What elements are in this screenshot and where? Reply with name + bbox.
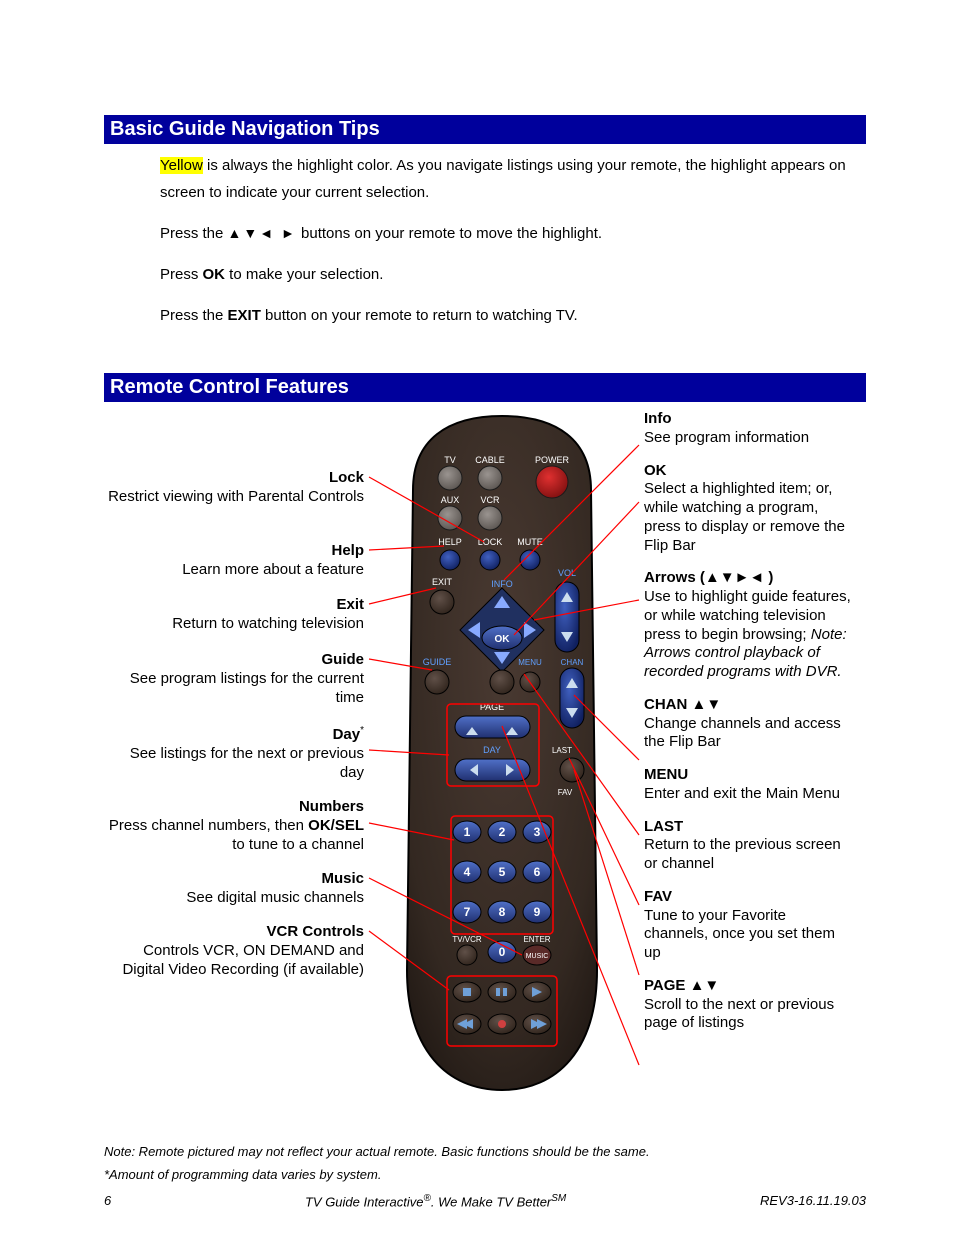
menu-label: MENU xyxy=(644,766,854,785)
day-sup: * xyxy=(360,725,364,736)
p2-post: buttons on your remote to move the highl… xyxy=(297,225,602,242)
svg-text:CABLE: CABLE xyxy=(475,455,505,465)
svg-text:POWER: POWER xyxy=(535,455,570,465)
remote-features: Lock Restrict viewing with Parental Cont… xyxy=(104,410,866,1130)
guide-desc: See program listings for the current tim… xyxy=(104,670,364,708)
svg-text:HELP: HELP xyxy=(438,537,462,547)
day-desc: See listings for the next or previous da… xyxy=(104,745,364,783)
remote-svg: TV CABLE POWER AUX VCR HELP LOCK MUTE EX… xyxy=(377,410,627,1100)
svg-text:5: 5 xyxy=(499,865,506,879)
help-label: Help xyxy=(104,542,364,561)
day-label: Day xyxy=(333,726,361,743)
info-desc: See program information xyxy=(644,429,854,448)
guide-label: Guide xyxy=(104,651,364,670)
menu-desc: Enter and exit the Main Menu xyxy=(644,785,854,804)
fav-desc: Tune to your Favorite channels, once you… xyxy=(644,907,854,963)
page-footer: 6 TV Guide Interactive®. We Make TV Bett… xyxy=(104,1193,866,1209)
footer-center: TV Guide Interactive®. We Make TV Better… xyxy=(305,1193,566,1209)
svg-text:1: 1 xyxy=(464,825,471,839)
music-desc: See digital music channels xyxy=(104,889,364,908)
numbers-desc-post: to tune to a channel xyxy=(232,836,364,853)
svg-text:CHAN: CHAN xyxy=(561,658,584,667)
svg-text:8: 8 xyxy=(499,905,506,919)
p4-bold: EXIT xyxy=(228,307,261,324)
p2-pre: Press the xyxy=(160,225,228,242)
footer-rev: REV3-16.11.19.03 xyxy=(760,1193,866,1209)
svg-text:LOCK: LOCK xyxy=(478,537,503,547)
svg-text:VOL: VOL xyxy=(558,568,576,578)
music-label: Music xyxy=(104,870,364,889)
svg-text:TV: TV xyxy=(444,455,456,465)
exit-label: Exit xyxy=(104,596,364,615)
help-desc: Learn more about a feature xyxy=(104,561,364,580)
svg-text:DAY: DAY xyxy=(483,745,501,755)
ok-desc: Select a highlighted item; or, while wat… xyxy=(644,480,854,555)
svg-text:AUX: AUX xyxy=(441,495,460,505)
svg-text:EXIT: EXIT xyxy=(432,577,453,587)
numbers-desc-pre: Press channel numbers, then xyxy=(109,817,308,834)
chan-desc: Change channels and access the Flip Bar xyxy=(644,715,854,753)
svg-text:TV/VCR: TV/VCR xyxy=(452,935,482,944)
svg-text:MUTE: MUTE xyxy=(517,537,543,547)
chan-label: CHAN ▲▼ xyxy=(644,696,854,715)
arrows-syms: (▲▼►◄ ) xyxy=(696,569,774,586)
page-label: PAGE ▲▼ xyxy=(644,977,854,996)
svg-text:GUIDE: GUIDE xyxy=(423,657,452,667)
ok-label: OK xyxy=(644,462,854,481)
lock-label: Lock xyxy=(104,469,364,488)
remote-image: TV CABLE POWER AUX VCR HELP LOCK MUTE EX… xyxy=(377,410,627,1100)
p4-post: button on your remote to return to watch… xyxy=(261,307,578,324)
right-callouts: Info See program information OK Select a… xyxy=(644,410,854,1047)
last-desc: Return to the previous screen or channel xyxy=(644,836,854,874)
lock-desc: Restrict viewing with Parental Controls xyxy=(104,488,364,507)
vcr-desc: Controls VCR, ON DEMAND and Digital Vide… xyxy=(104,942,364,980)
highlight-yellow: Yellow xyxy=(160,157,203,174)
svg-text:LAST: LAST xyxy=(552,746,572,755)
svg-text:3: 3 xyxy=(534,825,541,839)
numbers-label: Numbers xyxy=(104,798,364,817)
svg-text:VCR: VCR xyxy=(480,495,500,505)
exit-desc: Return to watching television xyxy=(104,615,364,634)
last-label: LAST xyxy=(644,818,854,837)
svg-text:7: 7 xyxy=(464,905,471,919)
vcr-label: VCR Controls xyxy=(104,923,364,942)
svg-text:2: 2 xyxy=(499,825,506,839)
basic-nav-body: Yellow is always the highlight color. As… xyxy=(160,152,856,329)
p3-pre: Press xyxy=(160,266,203,283)
footer-pagenum: 6 xyxy=(104,1193,111,1209)
arrows-label: Arrows xyxy=(644,569,696,586)
section-header-basic: Basic Guide Navigation Tips xyxy=(104,115,866,144)
page-desc: Scroll to the next or previous page of l… xyxy=(644,996,854,1034)
svg-text:4: 4 xyxy=(464,865,471,879)
svg-text:9: 9 xyxy=(534,905,541,919)
p3-post: to make your selection. xyxy=(225,266,383,283)
arrow-glyphs: ▲▼◄ ► xyxy=(228,225,297,241)
svg-text:MENU: MENU xyxy=(518,658,542,667)
info-label: Info xyxy=(644,410,854,429)
numbers-desc-bold: OK/SEL xyxy=(308,817,364,834)
p1-rest: is always the highlight color. As you na… xyxy=(160,157,846,201)
svg-text:6: 6 xyxy=(534,865,541,879)
footnote-2: *Amount of programming data varies by sy… xyxy=(104,1163,866,1186)
footnote-1: Note: Remote pictured may not reflect yo… xyxy=(104,1140,866,1163)
fav-label: FAV xyxy=(644,888,854,907)
footnotes: Note: Remote pictured may not reflect yo… xyxy=(104,1140,866,1187)
p3-bold: OK xyxy=(203,266,226,283)
svg-text:FAV: FAV xyxy=(558,788,573,797)
svg-text:ENTER: ENTER xyxy=(523,935,550,944)
svg-text:OK: OK xyxy=(495,634,511,645)
section-header-remote: Remote Control Features xyxy=(104,373,866,402)
svg-text:MUSIC: MUSIC xyxy=(526,953,549,960)
svg-text:0: 0 xyxy=(499,945,506,959)
p4-pre: Press the xyxy=(160,307,228,324)
